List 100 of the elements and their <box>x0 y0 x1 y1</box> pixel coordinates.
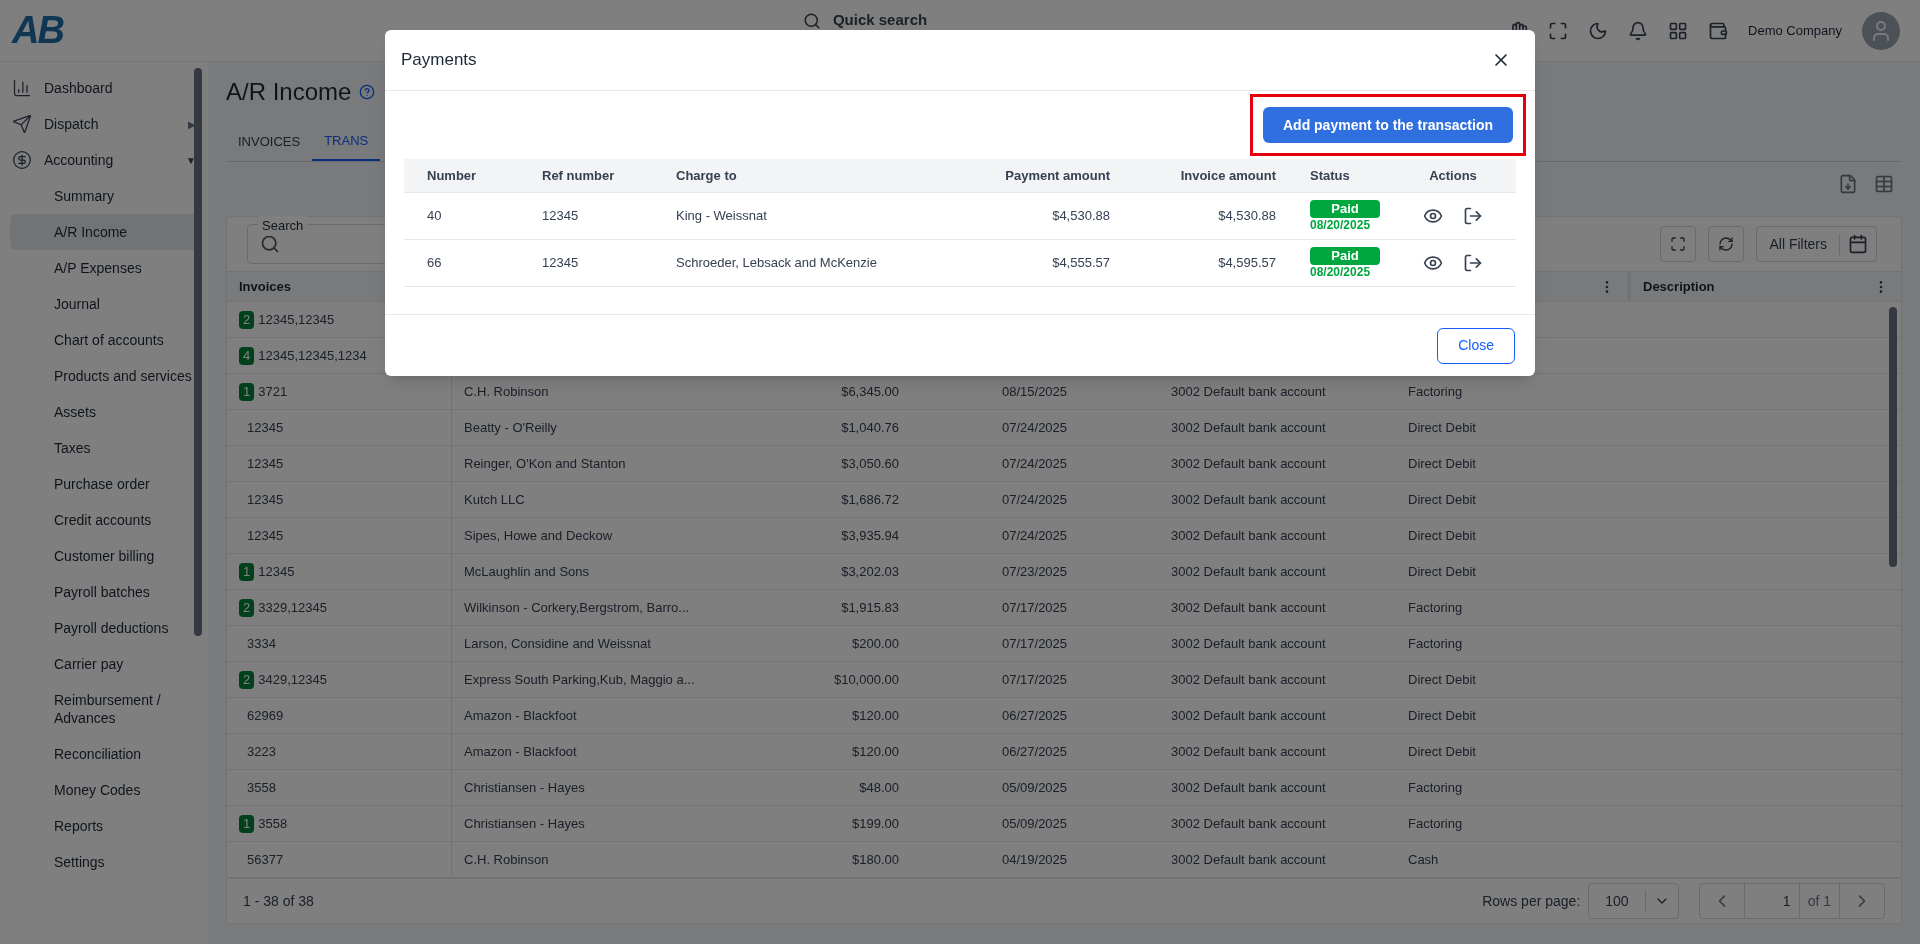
page-title: A/R Income <box>226 77 352 107</box>
table-cell: 07/17/2025 <box>1002 600 1068 616</box>
table-cell: $6,345.00 <box>841 384 899 400</box>
caret-icon: ▶ <box>188 116 196 132</box>
table-cell: $1,915.83 <box>841 600 899 616</box>
table-cell: Kutch LLC <box>464 492 525 508</box>
status-badge: Paid <box>1310 200 1380 218</box>
table-cell: 07/24/2025 <box>1002 456 1068 472</box>
table-cell-text: 3429,12345 <box>258 671 327 690</box>
table-cell: 3002 Default bank account <box>1171 528 1326 544</box>
status-date: 08/20/2025 <box>1310 218 1371 232</box>
table-cell: 07/17/2025 <box>1002 636 1068 652</box>
table-cell-text: 12345 <box>258 563 295 582</box>
table-cell: Factoring <box>1408 636 1463 652</box>
table-cell-text: 12345 <box>247 527 284 546</box>
column-header: Ref number <box>542 167 615 183</box>
column-header: Status <box>1310 167 1350 183</box>
table-cell: 40 <box>427 208 442 224</box>
table-cell: $48.00 <box>859 780 899 796</box>
table-cell-text: 3558 <box>258 815 288 834</box>
table-cell: 3002 Default bank account <box>1171 636 1326 652</box>
table-cell: 3002 Default bank account <box>1171 708 1326 724</box>
table-cell: Direct Debit <box>1408 528 1476 544</box>
table-cell: Direct Debit <box>1408 492 1476 508</box>
table-cell: $180.00 <box>852 852 899 868</box>
page-count: of 1 <box>1799 884 1840 919</box>
table-cell: 3002 Default bank account <box>1171 492 1326 508</box>
table-cell: $120.00 <box>852 708 899 724</box>
table-cell: Direct Debit <box>1408 744 1476 760</box>
table-cell: 07/23/2025 <box>1002 564 1068 580</box>
column-header: Payment amount <box>1005 167 1110 183</box>
count-badge: 4 <box>239 346 255 365</box>
table-cell: $4,555.57 <box>1052 255 1110 271</box>
status-badge: Paid <box>1310 247 1380 265</box>
table-cell: Factoring <box>1408 780 1463 796</box>
column-header: Number <box>427 167 477 183</box>
column-header: Invoice amount <box>1180 167 1276 183</box>
table-cell: 3002 Default bank account <box>1171 672 1326 688</box>
count-badge: 2 <box>239 310 255 329</box>
table-cell: Direct Debit <box>1408 456 1476 472</box>
table-cell: King - Weissnat <box>676 208 767 224</box>
table-cell: $4,530.88 <box>1218 208 1276 224</box>
table-cell-text: 62969 <box>247 707 284 726</box>
count-badge: 1 <box>239 562 255 581</box>
table-cell: Express South Parking,Kub, Maggio a... <box>464 672 695 688</box>
table-cell: 05/09/2025 <box>1002 816 1068 832</box>
count-badge: 1 <box>239 814 255 833</box>
count-badge: 2 <box>239 598 255 617</box>
table-cell: Schroeder, Lebsack and McKenzie <box>676 255 877 271</box>
table-cell: Factoring <box>1408 600 1463 616</box>
table-cell: 07/24/2025 <box>1002 492 1068 508</box>
table-cell-text: 3721 <box>258 383 288 402</box>
table-cell: $120.00 <box>852 744 899 760</box>
table-cell: $3,202.03 <box>841 564 899 580</box>
table-cell: 06/27/2025 <box>1002 708 1068 724</box>
table-cell: C.H. Robinson <box>464 384 549 400</box>
table-cell-text: 12345 <box>247 455 284 474</box>
table-cell: 3002 Default bank account <box>1171 852 1326 868</box>
table-cell: $3,935.94 <box>841 528 899 544</box>
table-cell: $200.00 <box>852 636 899 652</box>
table-cell: 07/17/2025 <box>1002 672 1068 688</box>
table-cell-text: 12345 <box>247 491 284 510</box>
table-cell: Larson, Considine and Weissnat <box>464 636 651 652</box>
table-cell: Reinger, O'Kon and Stanton <box>464 456 626 472</box>
table-cell-text: 12345 <box>247 419 284 438</box>
table-cell: $199.00 <box>852 816 899 832</box>
column-header: Actions <box>1429 167 1477 183</box>
table-cell: C.H. Robinson <box>464 852 549 868</box>
table-cell-text: 56377 <box>247 851 284 870</box>
row-range: 1 - 38 of 38 <box>243 891 315 911</box>
table-cell: Christiansen - Hayes <box>464 816 585 832</box>
table-cell: $10,000.00 <box>833 672 899 688</box>
table-cell: Direct Debit <box>1408 420 1476 436</box>
status-date: 08/20/2025 <box>1310 265 1371 279</box>
table-cell: 12345 <box>542 208 579 224</box>
table-cell: Direct Debit <box>1408 672 1476 688</box>
count-badge: 2 <box>239 670 255 689</box>
table-cell: 3002 Default bank account <box>1171 816 1326 832</box>
table-cell: McLaughlin and Sons <box>464 564 590 580</box>
table-cell: Factoring <box>1408 816 1463 832</box>
table-cell-text: 3334 <box>247 635 276 654</box>
count-badge: 1 <box>239 382 255 401</box>
table-cell: 66 <box>427 255 442 271</box>
table-cell: 3002 Default bank account <box>1171 780 1326 796</box>
logo: AB <box>12 8 65 53</box>
table-cell: 3002 Default bank account <box>1171 744 1326 760</box>
table-cell: 06/27/2025 <box>1002 744 1068 760</box>
table-cell: 3002 Default bank account <box>1171 600 1326 616</box>
table-cell: Christiansen - Hayes <box>464 780 585 796</box>
table-cell: $4,530.88 <box>1052 208 1110 224</box>
table-cell: 3002 Default bank account <box>1171 384 1326 400</box>
table-cell: $4,595.57 <box>1218 255 1276 271</box>
dialog-title: Payments <box>401 49 477 72</box>
table-cell: Cash <box>1408 852 1439 868</box>
rows-per-page-label: Rows per page: <box>1482 891 1581 911</box>
column-header: Charge to <box>676 167 737 183</box>
table-cell: 07/24/2025 <box>1002 528 1068 544</box>
table-cell: Direct Debit <box>1408 708 1476 724</box>
table-cell: 04/19/2025 <box>1002 852 1068 868</box>
table-cell: $1,686.72 <box>841 492 899 508</box>
